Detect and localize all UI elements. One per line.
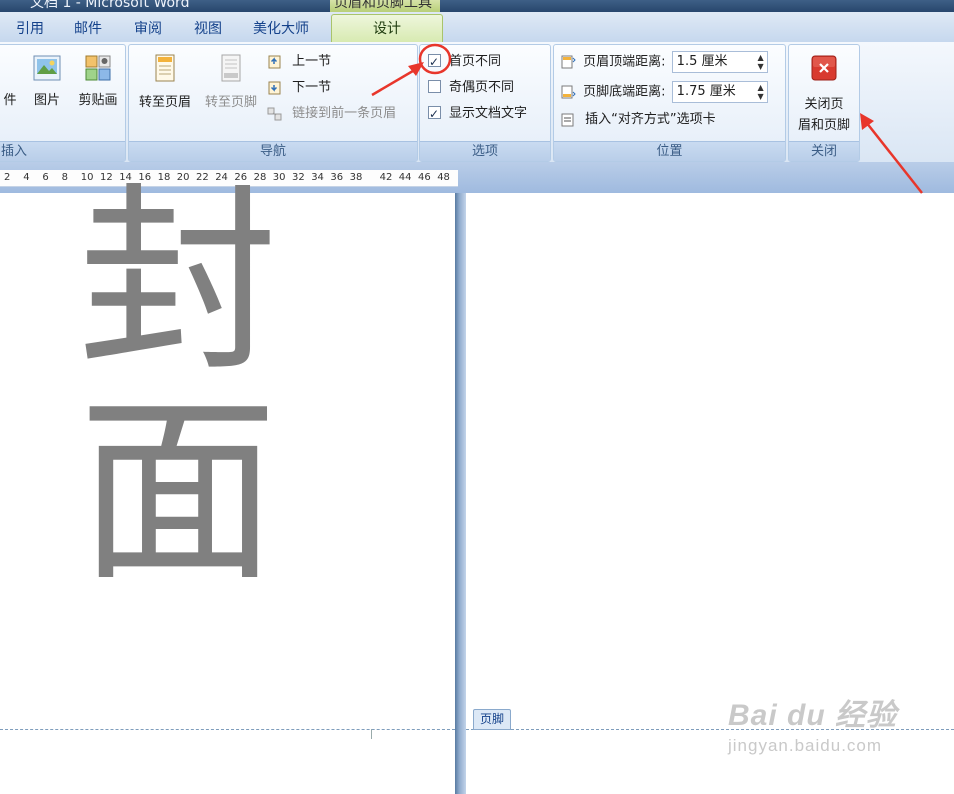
context-tool-title-text: 页眉和页脚工具	[334, 0, 432, 11]
group-close-label: 关闭	[789, 141, 859, 161]
group-options: 首页不同 奇偶页不同 显示文档文字 选项	[419, 44, 551, 162]
clipart-label: 剪贴画	[78, 93, 118, 108]
picture-button[interactable]: 图片	[27, 53, 67, 108]
ribbon-tab-bar: 引用 邮件 审阅 视图 美化大师 设计	[0, 12, 954, 43]
watermark-sub-text: jingyan.baidu.com	[728, 736, 883, 755]
tab-design[interactable]: 设计	[331, 14, 443, 43]
header-from-top-spinner[interactable]: 1.5 厘米 ▲ ▼	[671, 51, 768, 73]
footer-tag: 页脚	[473, 709, 512, 730]
previous-section-icon	[268, 55, 281, 68]
picture-label: 图片	[33, 93, 60, 108]
different-odd-even-label: 奇偶页不同	[449, 80, 515, 95]
ruler-tick-label: 34	[311, 172, 324, 183]
show-document-text-check[interactable]	[428, 103, 441, 125]
group-close: 关闭页 眉和页脚 关闭	[788, 44, 860, 162]
tab-beautify-master[interactable]: 美化大师	[242, 18, 320, 40]
ruler-tick-label: 42	[379, 172, 393, 183]
group-insert: 件 图片 剪贴画 插入	[0, 44, 126, 162]
group-navigation-label: 导航	[129, 141, 417, 161]
tab-references[interactable]: 引用	[6, 18, 54, 40]
header-position-icon	[561, 55, 576, 69]
ruler-tick-label: 48	[437, 172, 450, 183]
ribbon: 件 图片 剪贴画 插入 转至页眉 转至页脚 上一节 下一节 链接到前一条页眉 导…	[0, 42, 954, 162]
tab-review[interactable]: 审阅	[124, 18, 172, 40]
different-first-page-checkbox[interactable]: 首页不同	[428, 51, 501, 73]
ruler-tick-label: 2	[4, 172, 11, 183]
document-parts-label: 件	[3, 93, 17, 108]
header-from-top-label: 页眉顶端距离:	[583, 54, 666, 70]
link-previous-icon	[267, 107, 282, 120]
baidu-jingyan-watermark: Bai du 经验 jingyan.baidu.com	[728, 690, 928, 756]
previous-section-button[interactable]: 上一节	[267, 51, 331, 73]
different-odd-even-check[interactable]	[428, 80, 441, 93]
document-parts-icon	[10, 53, 11, 83]
goto-footer-button[interactable]: 转至页脚	[199, 53, 263, 110]
footer-position-icon	[561, 85, 576, 99]
group-insert-label: 插入	[0, 141, 125, 161]
goto-header-button[interactable]: 转至页眉	[133, 53, 197, 110]
link-to-previous-label: 链接到前一条页眉	[292, 106, 397, 121]
footer-from-bottom-row: 页脚底端距离: 1.75 厘米 ▲ ▼	[560, 81, 768, 103]
clipart-icon	[85, 55, 111, 81]
window-title: 文档 1 - Microsoft Word	[30, 0, 190, 11]
previous-section-label: 上一节	[292, 54, 332, 69]
ruler-tick-label: 38	[349, 172, 363, 183]
cover-text-char-1: 封	[78, 166, 279, 399]
page-cover[interactable]: 封 面	[0, 183, 455, 794]
cover-text-char-2: 面	[78, 376, 279, 609]
tab-view[interactable]: 视图	[184, 18, 232, 40]
show-document-text-label: 显示文档文字	[449, 106, 528, 121]
header-from-top-row: 页眉顶端距离: 1.5 厘米 ▲ ▼	[560, 51, 768, 73]
close-header-footer-button[interactable]: 关闭页 眉和页脚	[791, 55, 857, 133]
page-separator	[455, 193, 466, 794]
group-options-label: 选项	[420, 141, 550, 161]
link-to-previous-button[interactable]: 链接到前一条页眉	[267, 103, 396, 125]
different-first-page-label: 首页不同	[449, 54, 502, 69]
ruler-tick-label: 8	[61, 172, 68, 183]
insert-alignment-tab-button[interactable]: 插入“对齐方式”选项卡	[560, 109, 716, 131]
goto-footer-icon	[221, 54, 241, 82]
header-from-top-value[interactable]: 1.5 厘米	[677, 52, 728, 72]
paragraph-marker	[371, 729, 372, 739]
footer-from-bottom-value[interactable]: 1.75 厘米	[677, 82, 736, 102]
ruler-tick-label: 4	[23, 172, 30, 183]
goto-footer-label: 转至页脚	[204, 95, 257, 110]
clipart-button[interactable]: 剪贴画	[73, 53, 123, 108]
group-position-label: 位置	[554, 141, 785, 161]
next-section-button[interactable]: 下一节	[267, 77, 331, 99]
tab-mailings[interactable]: 邮件	[64, 18, 112, 40]
ruler-tick-label: 44	[398, 172, 412, 183]
ruler-tick-label: 46	[418, 172, 431, 183]
close-header-footer-label-line1: 关闭页	[804, 97, 844, 112]
document-parts-button[interactable]: 件	[0, 53, 21, 108]
title-bar: 文档 1 - Microsoft Word 页眉和页脚工具	[0, 0, 954, 12]
close-header-footer-label-line2: 眉和页脚	[797, 118, 850, 133]
ruler-tick-label: 32	[292, 172, 305, 183]
next-section-label: 下一节	[292, 80, 332, 95]
different-first-page-check[interactable]	[428, 51, 441, 73]
context-tool-title: 页眉和页脚工具	[330, 0, 440, 12]
goto-header-icon	[155, 54, 175, 82]
picture-icon	[33, 55, 61, 81]
footer-from-bottom-label: 页脚底端距离:	[583, 84, 666, 100]
alignment-tab-icon	[561, 113, 574, 126]
spinner-arrows-icon[interactable]: ▲ ▼	[758, 53, 764, 71]
different-odd-even-checkbox[interactable]: 奇偶页不同	[428, 77, 514, 99]
spinner-arrows-icon[interactable]: ▲ ▼	[758, 83, 764, 101]
group-position: 页眉顶端距离: 1.5 厘米 ▲ ▼ 页脚底端距离: 1.75 厘米 ▲ ▼ 插…	[553, 44, 786, 162]
footer-from-bottom-spinner[interactable]: 1.75 厘米 ▲ ▼	[671, 81, 768, 103]
footer-boundary-left	[0, 729, 455, 730]
next-section-icon	[268, 81, 281, 94]
ruler-tick-label: 6	[42, 172, 49, 183]
close-icon	[811, 55, 837, 81]
ruler-tick-label: 36	[330, 172, 344, 183]
goto-header-label: 转至页眉	[138, 95, 191, 110]
show-document-text-checkbox[interactable]: 显示文档文字	[428, 103, 527, 125]
group-navigation: 转至页眉 转至页脚 上一节 下一节 链接到前一条页眉 导航	[128, 44, 418, 162]
watermark-main-text: Bai du 经验	[728, 699, 898, 732]
insert-alignment-tab-label: 插入“对齐方式”选项卡	[585, 112, 716, 127]
